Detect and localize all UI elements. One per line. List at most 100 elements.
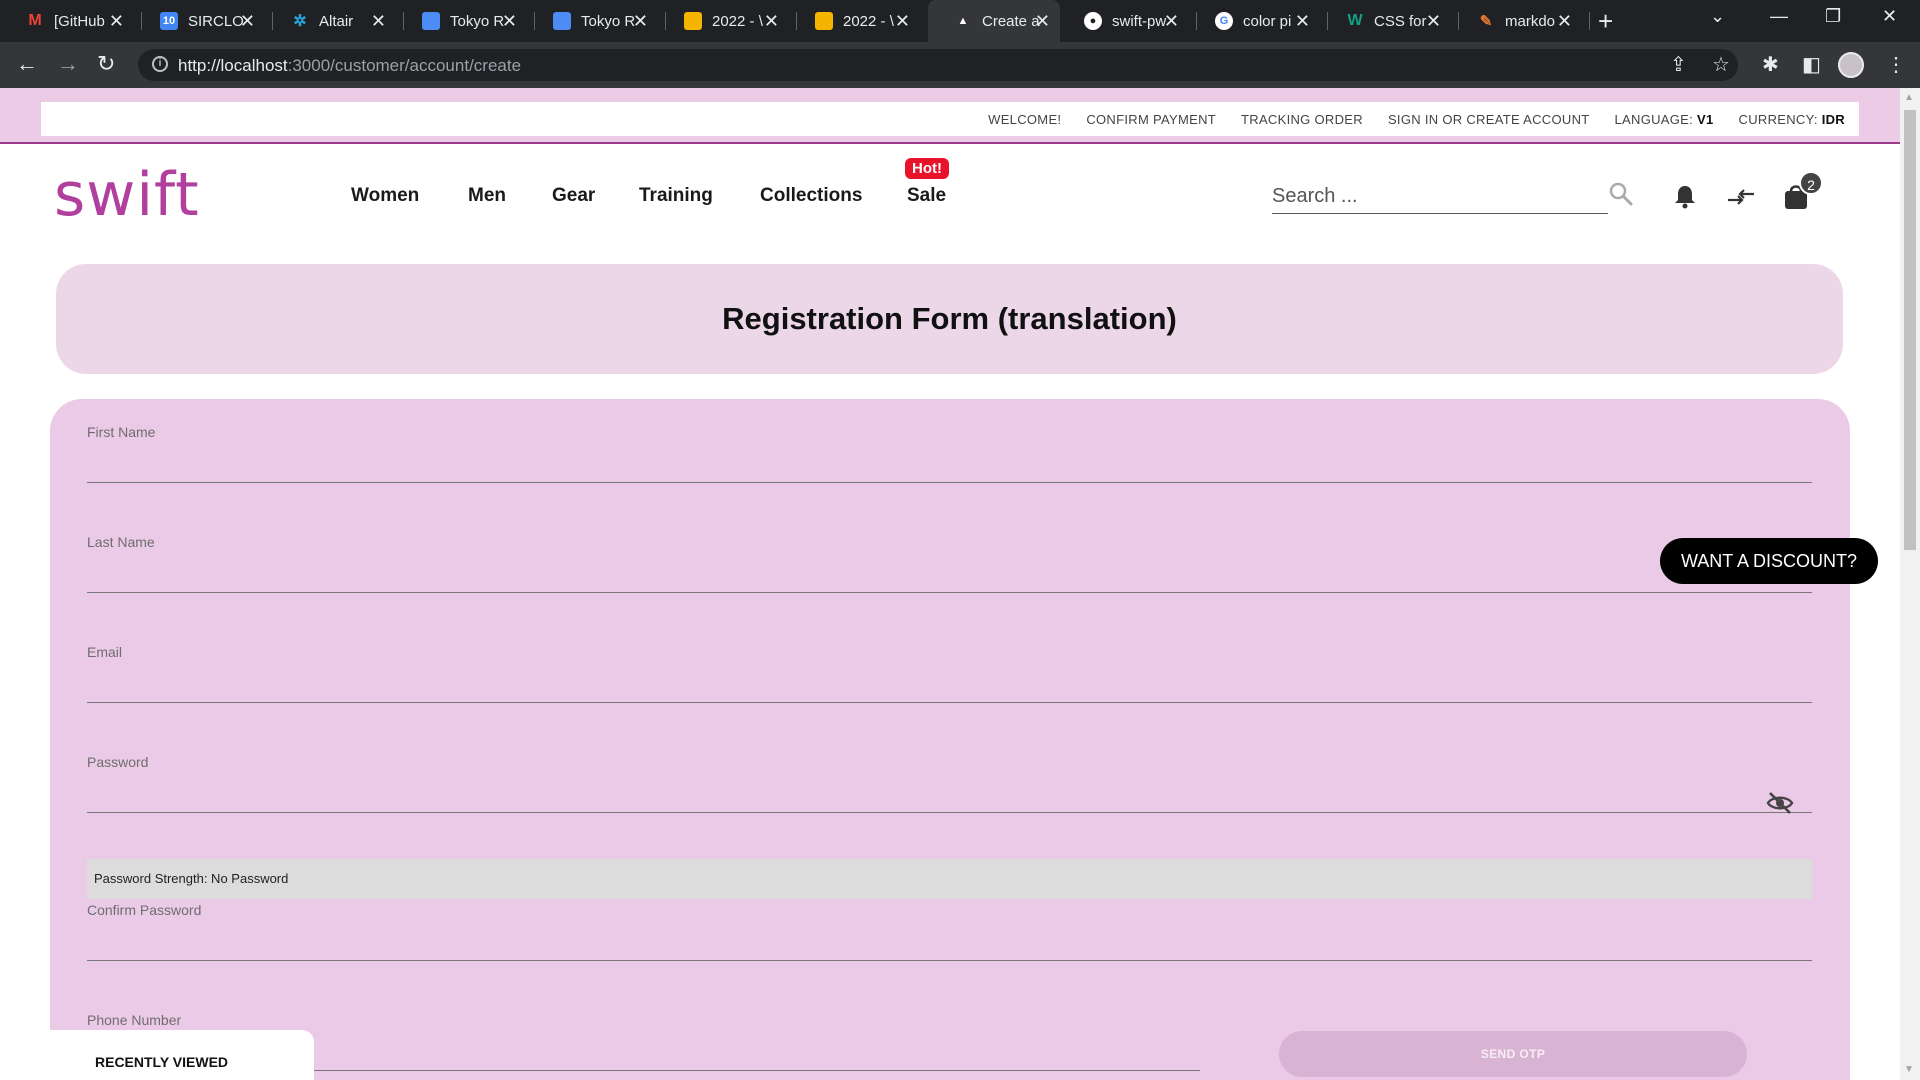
close-tab-icon[interactable]: ✕ — [1557, 11, 1572, 32]
github-icon: ● — [1084, 12, 1102, 30]
browser-tab[interactable]: 10 SIRCLO ✕ — [134, 0, 265, 42]
bell-icon[interactable] — [1672, 183, 1698, 209]
browser-tab[interactable]: G color pi ✕ — [1189, 0, 1320, 42]
eye-off-icon[interactable] — [1766, 791, 1794, 815]
search-box — [1272, 180, 1608, 214]
nav-training[interactable]: Training — [639, 185, 713, 207]
nav-collections[interactable]: Collections — [760, 185, 862, 207]
close-window-icon[interactable]: ✕ — [1882, 6, 1897, 27]
close-tab-icon[interactable]: ✕ — [764, 11, 779, 32]
confirm-password-input[interactable] — [87, 921, 1812, 957]
nav-sale[interactable]: Sale — [907, 185, 946, 207]
page-title: Registration Form (translation) — [722, 301, 1177, 336]
tracking-order-link[interactable]: TRACKING ORDER — [1241, 112, 1363, 127]
browser-tab[interactable]: M [GitHub ✕ — [0, 0, 134, 42]
language-selector[interactable]: LANGUAGE: V1 — [1615, 112, 1714, 127]
browser-tab-active[interactable]: ▲ Create a ✕ — [928, 0, 1060, 42]
address-bar: ← → ↻ i http://localhost:3000/customer/a… — [0, 42, 1920, 88]
page-title-box: Registration Form (translation) — [56, 264, 1843, 374]
recently-viewed-toggle[interactable]: RECENTLY VIEWED — [50, 1030, 314, 1080]
new-tab-icon[interactable]: + — [1598, 6, 1613, 37]
password-input[interactable] — [87, 773, 1812, 809]
nav-gear[interactable]: Gear — [552, 185, 595, 207]
document-icon — [422, 12, 440, 30]
cart-count-badge: 2 — [1799, 171, 1823, 195]
first-name-input[interactable] — [87, 443, 1812, 479]
sign-in-link[interactable]: SIGN IN OR CREATE ACCOUNT — [1388, 112, 1590, 127]
confirm-password-field: Confirm Password — [87, 877, 1812, 961]
registration-form: First Name Last Name Email Password Pass… — [50, 399, 1850, 1080]
top-strip: WELCOME! CONFIRM PAYMENT TRACKING ORDER … — [0, 88, 1900, 144]
side-panel-icon[interactable]: ◧ — [1802, 52, 1821, 77]
chrome-menu-icon[interactable]: ⋮ — [1886, 52, 1906, 77]
nav-women[interactable]: Women — [351, 185, 419, 207]
vercel-icon: ▲ — [957, 15, 969, 27]
url-text: http://localhost:3000/customer/account/c… — [178, 56, 522, 75]
close-tab-icon[interactable]: ✕ — [371, 11, 386, 32]
site-logo[interactable]: swift — [54, 160, 200, 230]
close-tab-icon[interactable]: ✕ — [1164, 11, 1179, 32]
first-name-field: First Name — [87, 399, 1812, 483]
altair-icon: ✲ — [293, 13, 307, 30]
gmail-icon: M — [28, 12, 42, 29]
document-icon — [553, 12, 571, 30]
confirm-password-label: Confirm Password — [87, 902, 202, 918]
extensions-icon[interactable]: ✱ — [1762, 52, 1779, 77]
email-label: Email — [87, 644, 123, 660]
want-discount-button[interactable]: WANT A DISCOUNT? — [1660, 538, 1878, 584]
share-icon[interactable]: ⇪ — [1670, 52, 1687, 77]
compare-icon[interactable] — [1726, 185, 1756, 209]
slides-icon — [684, 12, 702, 30]
google-icon: G — [1215, 12, 1233, 30]
scrollbar-thumb[interactable] — [1904, 110, 1916, 550]
last-name-label: Last Name — [87, 534, 155, 550]
top-links-bar: WELCOME! CONFIRM PAYMENT TRACKING ORDER … — [41, 102, 1859, 136]
close-tab-icon[interactable]: ✕ — [633, 11, 648, 32]
search-icon[interactable] — [1608, 181, 1634, 207]
close-tab-icon[interactable]: ✕ — [1295, 11, 1310, 32]
reload-icon[interactable]: ↻ — [97, 51, 115, 77]
password-label: Password — [87, 754, 149, 770]
browser-tab[interactable]: ✎ markdo ✕ — [1451, 0, 1582, 42]
browser-tab[interactable]: 2022 - \ ✕ — [658, 0, 789, 42]
browser-tab[interactable]: Tokyo R ✕ — [527, 0, 658, 42]
browser-tab[interactable]: W CSS for ✕ — [1320, 0, 1451, 42]
last-name-input[interactable] — [87, 553, 1812, 589]
minimize-icon[interactable]: — — [1770, 6, 1788, 27]
back-icon[interactable]: ← — [16, 51, 38, 77]
bookmark-star-icon[interactable]: ☆ — [1712, 52, 1730, 77]
scroll-down-icon[interactable]: ▼ — [1904, 1064, 1914, 1075]
profile-avatar[interactable] — [1838, 52, 1864, 78]
forward-icon[interactable]: → — [57, 51, 79, 77]
send-otp-button[interactable]: SEND OTP — [1279, 1031, 1747, 1077]
browser-tab[interactable]: ● swift-pw ✕ — [1058, 0, 1189, 42]
restore-icon[interactable]: ❐ — [1825, 6, 1841, 27]
browser-tab[interactable]: Tokyo R ✕ — [396, 0, 527, 42]
scroll-up-icon[interactable]: ▲ — [1904, 92, 1914, 103]
tab-search-icon[interactable]: ⌄ — [1710, 6, 1725, 27]
page-scrollbar[interactable]: ▲ ▼ — [1900, 88, 1920, 1080]
close-tab-icon[interactable]: ✕ — [109, 11, 124, 32]
close-tab-icon[interactable]: ✕ — [502, 11, 517, 32]
close-tab-icon[interactable]: ✕ — [1426, 11, 1441, 32]
site-info-icon[interactable]: i — [152, 56, 168, 72]
url-field[interactable]: i http://localhost:3000/customer/account… — [138, 49, 1738, 81]
confirm-payment-link[interactable]: CONFIRM PAYMENT — [1086, 112, 1216, 127]
welcome-text: WELCOME! — [988, 111, 1062, 127]
hot-badge: Hot! — [905, 158, 949, 179]
close-tab-icon[interactable]: ✕ — [895, 11, 910, 32]
calendar-icon: 10 — [160, 12, 178, 30]
w-icon: W — [1347, 12, 1363, 29]
browser-tab[interactable]: ✲ Altair ✕ — [265, 0, 396, 42]
nav-men[interactable]: Men — [468, 185, 506, 207]
slides-icon — [815, 12, 833, 30]
search-input[interactable] — [1272, 180, 1572, 212]
currency-selector[interactable]: CURRENCY: IDR — [1739, 112, 1845, 127]
close-tab-icon[interactable]: ✕ — [240, 11, 255, 32]
browser-tab[interactable]: 2022 - \ ✕ — [789, 0, 920, 42]
first-name-label: First Name — [87, 424, 156, 440]
email-field: Email — [87, 619, 1812, 703]
email-input[interactable] — [87, 663, 1812, 699]
web-page: WELCOME! CONFIRM PAYMENT TRACKING ORDER … — [0, 88, 1900, 1080]
close-tab-icon[interactable]: ✕ — [1035, 11, 1050, 32]
